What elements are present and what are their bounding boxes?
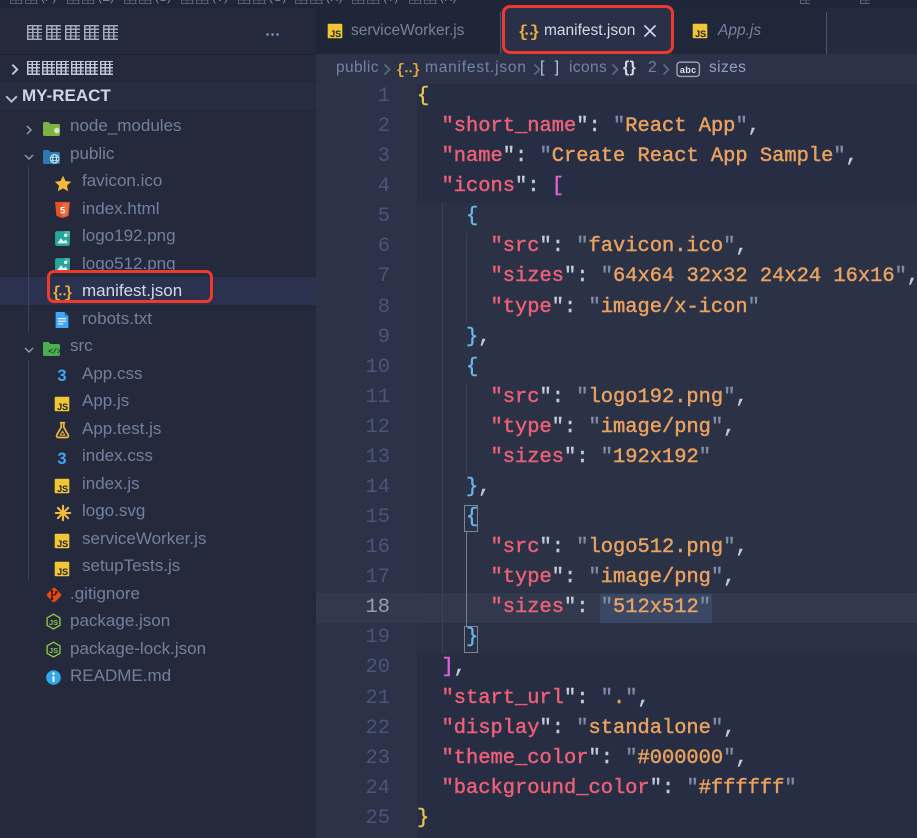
svg-text:{: { — [396, 62, 405, 78]
svg-text:JS: JS — [49, 618, 58, 627]
svg-text:JS: JS — [57, 566, 68, 576]
svg-text:JS: JS — [330, 29, 341, 39]
svg-text:3: 3 — [57, 367, 66, 384]
svg-text:JS: JS — [57, 484, 68, 494]
svg-text:3: 3 — [57, 449, 66, 466]
svg-text:JS: JS — [49, 646, 58, 655]
svg-text:}: } — [412, 62, 421, 78]
svg-text:5: 5 — [60, 206, 66, 217]
svg-text:</>: </> — [48, 349, 61, 357]
svg-text:JS: JS — [695, 29, 706, 39]
svg-text:abc: abc — [680, 65, 697, 75]
svg-text:JS: JS — [57, 539, 68, 549]
svg-text:JS: JS — [57, 401, 68, 411]
